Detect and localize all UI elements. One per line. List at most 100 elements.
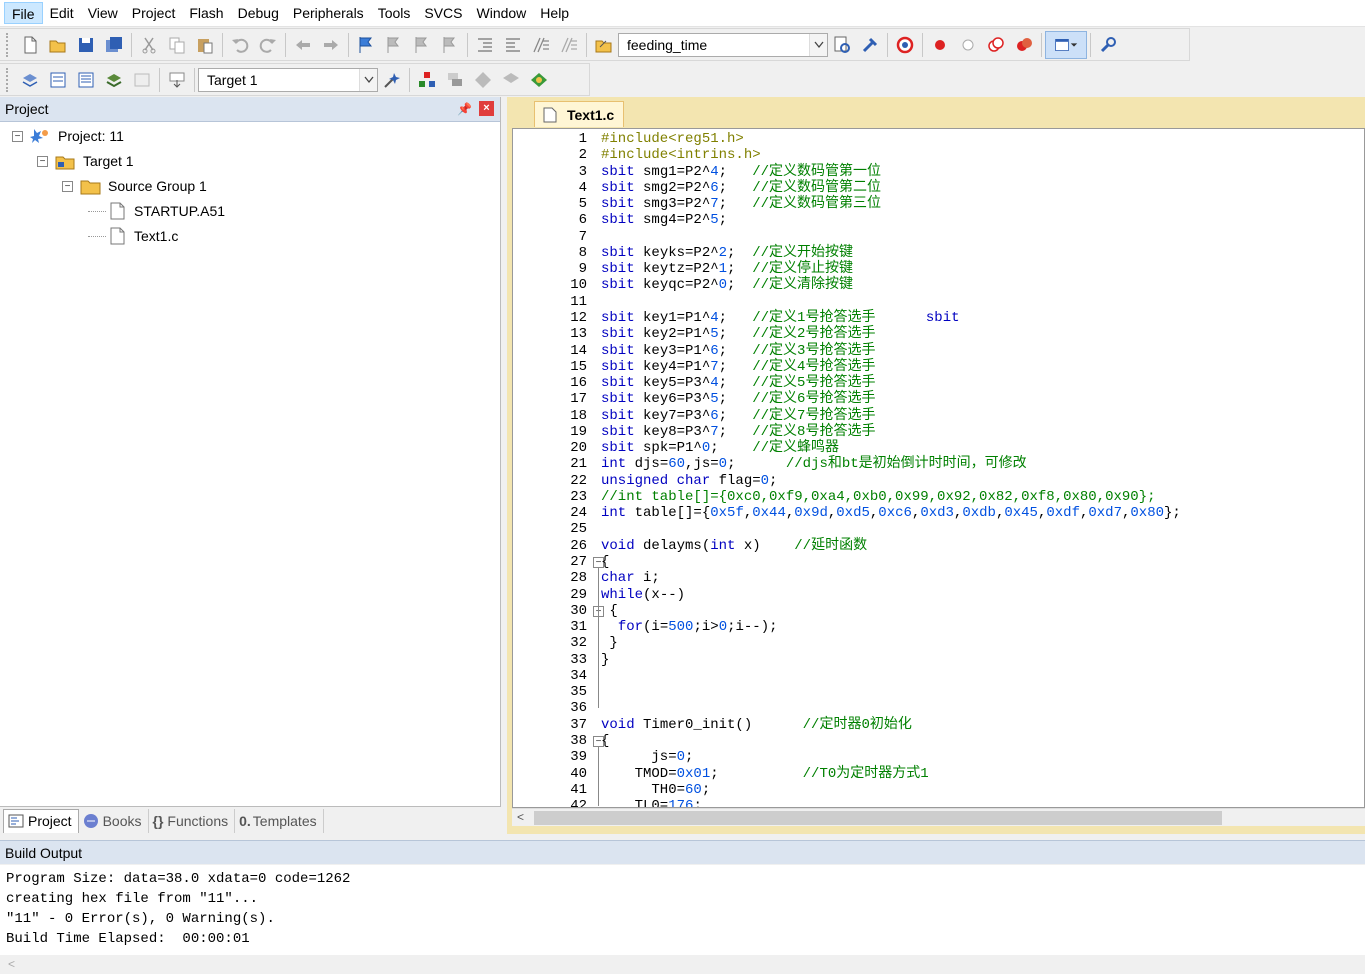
- tab-project[interactable]: Project: [3, 808, 79, 833]
- code-line[interactable]: }: [601, 635, 617, 651]
- tab-functions[interactable]: {} Functions: [149, 808, 236, 833]
- code-line[interactable]: sbit smg1=P2^4; //定义数码管第一位: [601, 164, 881, 180]
- configure-icon[interactable]: [1094, 31, 1122, 59]
- code-line[interactable]: {: [601, 733, 609, 749]
- code-line[interactable]: void Timer0_init() //定时器0初始化: [601, 717, 912, 733]
- breakpoint-disable-all-icon[interactable]: [982, 31, 1010, 59]
- incremental-find-icon[interactable]: [828, 31, 856, 59]
- indent-icon[interactable]: [471, 31, 499, 59]
- tab-templates[interactable]: 0. Templates: [235, 808, 324, 833]
- bookmark-prev-icon[interactable]: [380, 31, 408, 59]
- debug-session-icon[interactable]: [856, 31, 884, 59]
- target-options-icon[interactable]: [378, 66, 406, 94]
- unindent-icon[interactable]: [499, 31, 527, 59]
- code-line[interactable]: sbit smg2=P2^6; //定义数码管第二位: [601, 180, 881, 196]
- code-line[interactable]: int table[]={0x5f,0x44,0x9d,0xd5,0xc6,0x…: [601, 505, 1181, 521]
- cut-icon[interactable]: [135, 31, 163, 59]
- collapse-toggle-icon[interactable]: −: [37, 155, 48, 167]
- tree-node[interactable]: STARTUP.A51: [88, 199, 225, 223]
- code-line[interactable]: sbit keytz=P2^1; //定义停止按键: [601, 261, 853, 277]
- select-packs-icon[interactable]: [497, 66, 525, 94]
- pack-installer-icon[interactable]: [469, 66, 497, 94]
- batch-build-icon[interactable]: [100, 66, 128, 94]
- chevron-down-icon[interactable]: [809, 33, 827, 56]
- code-editor[interactable]: 1 2 3 4 5 6 7 8 9 10 11 12 13 14 15 16 17 18 19 20 21 22 23 24 2…: [512, 128, 1365, 808]
- tree-node[interactable]: − Source Group 1: [62, 174, 207, 198]
- collapse-toggle-icon[interactable]: −: [12, 130, 23, 142]
- code-line[interactable]: sbit key8=P3^7; //定义8号抢答选手: [601, 424, 875, 440]
- run-time-environment-icon[interactable]: [525, 66, 553, 94]
- code-line[interactable]: sbit key1=P1^4; //定义1号抢答选手 sbit: [601, 310, 960, 326]
- collapse-toggle-icon[interactable]: −: [62, 180, 73, 192]
- tab-text1-c[interactable]: Text1.c: [534, 101, 624, 127]
- code-line[interactable]: sbit key7=P3^6; //定义7号抢答选手: [601, 408, 875, 424]
- nav-back-icon[interactable]: [289, 31, 317, 59]
- code-line[interactable]: sbit key2=P1^5; //定义2号抢答选手: [601, 326, 875, 342]
- menu-help[interactable]: Help: [533, 2, 576, 24]
- code-line[interactable]: sbit keyks=P2^2; //定义开始按键: [601, 245, 853, 261]
- find-combo[interactable]: feeding_time: [618, 32, 828, 57]
- bookmark-icon[interactable]: [352, 31, 380, 59]
- nav-forward-icon[interactable]: [317, 31, 345, 59]
- build-output-text[interactable]: Program Size: data=38.0 xdata=0 code=126…: [0, 865, 1365, 955]
- menu-view[interactable]: View: [81, 2, 125, 24]
- download-icon[interactable]: [163, 66, 191, 94]
- menu-peripherals[interactable]: Peripherals: [286, 2, 371, 24]
- tree-node[interactable]: Text1.c: [88, 224, 178, 248]
- code-line[interactable]: {: [601, 554, 609, 570]
- code-line[interactable]: sbit smg3=P2^7; //定义数码管第三位: [601, 196, 881, 212]
- code-line[interactable]: sbit key6=P3^5; //定义6号抢答选手: [601, 391, 875, 407]
- code-line[interactable]: sbit smg4=P2^5;: [601, 212, 727, 228]
- code-line[interactable]: #include<reg51.h>: [601, 131, 744, 147]
- menu-file[interactable]: File: [4, 2, 43, 24]
- editor-horizontal-scrollbar[interactable]: <: [512, 808, 1365, 826]
- start-debug-icon[interactable]: [891, 31, 919, 59]
- window-layout-icon[interactable]: [1045, 30, 1087, 59]
- code-line[interactable]: TH0=60;: [601, 782, 710, 798]
- code-line[interactable]: TL0=176;: [601, 798, 702, 807]
- menu-debug[interactable]: Debug: [231, 2, 286, 24]
- menu-window[interactable]: Window: [470, 2, 534, 24]
- chevron-down-icon[interactable]: [359, 68, 377, 91]
- find-in-files-icon[interactable]: [590, 31, 618, 59]
- uncomment-icon[interactable]: [555, 31, 583, 59]
- stop-build-icon[interactable]: [128, 66, 156, 94]
- code-line[interactable]: sbit key4=P1^7; //定义4号抢答选手: [601, 359, 875, 375]
- scrollbar-thumb[interactable]: [534, 811, 1222, 825]
- translate-icon[interactable]: [16, 66, 44, 94]
- toolbar-grip[interactable]: [6, 32, 10, 57]
- tree-node[interactable]: − Project: 11: [12, 124, 124, 148]
- code-line[interactable]: //int table[]={0xc0,0xf9,0xa4,0xb0,0x99,…: [601, 489, 1156, 505]
- manage-project-items-icon[interactable]: [413, 66, 441, 94]
- tab-books[interactable]: Books: [79, 808, 149, 833]
- rebuild-icon[interactable]: [72, 66, 100, 94]
- code-line[interactable]: {: [601, 603, 617, 619]
- bookmark-next-icon[interactable]: [408, 31, 436, 59]
- save-all-icon[interactable]: [100, 31, 128, 59]
- code-line[interactable]: unsigned char flag=0;: [601, 473, 777, 489]
- code-line[interactable]: #include<intrins.h>: [601, 147, 761, 163]
- code-line[interactable]: }: [601, 652, 609, 668]
- redo-icon[interactable]: [254, 31, 282, 59]
- code-line[interactable]: sbit spk=P1^0; //定义蜂鸣器: [601, 440, 839, 456]
- menu-edit[interactable]: Edit: [43, 2, 81, 24]
- close-icon[interactable]: ×: [479, 101, 494, 116]
- breakpoint-disable-icon[interactable]: [954, 31, 982, 59]
- code-line[interactable]: sbit key3=P1^6; //定义3号抢答选手: [601, 343, 875, 359]
- menu-project[interactable]: Project: [125, 2, 183, 24]
- comment-icon[interactable]: [527, 31, 555, 59]
- new-file-icon[interactable]: [16, 31, 44, 59]
- menu-svcs[interactable]: SVCS: [417, 2, 469, 24]
- paste-icon[interactable]: [191, 31, 219, 59]
- build-icon[interactable]: [44, 66, 72, 94]
- tree-node[interactable]: − Target 1: [37, 149, 134, 173]
- undo-icon[interactable]: [226, 31, 254, 59]
- code-line[interactable]: sbit key5=P3^4; //定义5号抢答选手: [601, 375, 875, 391]
- breakpoint-kill-all-icon[interactable]: [1010, 31, 1038, 59]
- open-folder-icon[interactable]: [44, 31, 72, 59]
- code-line[interactable]: while(x--): [601, 587, 685, 603]
- toolbar-grip[interactable]: [6, 67, 10, 92]
- code-line[interactable]: int djs=60,js=0; //djs和bt是初始倒计时时间，可修改: [601, 456, 1027, 472]
- manage-multi-project-icon[interactable]: [441, 66, 469, 94]
- scroll-left-icon[interactable]: <: [517, 810, 524, 824]
